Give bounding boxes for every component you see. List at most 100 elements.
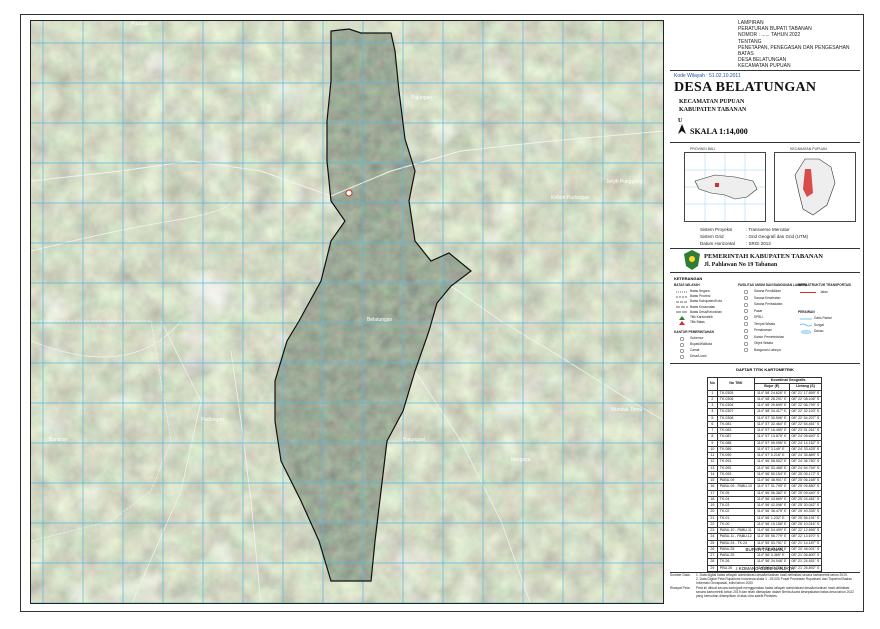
table-cell: 114° 57' 32.464" E <box>754 420 790 429</box>
road-legend-icon <box>800 292 816 293</box>
table-cell: 08° 25' 09.880" S <box>788 483 823 491</box>
table-cell: 114° 58' 28.291" E <box>754 395 790 404</box>
table-cell: 114° 55' 53.751" E <box>754 539 790 547</box>
divider <box>670 142 860 143</box>
table-row: 12 TK.091 114° 56' 58.502" E 08° 24' 36.780… <box>707 458 823 466</box>
table-cell: 114° 58' 34.417" E <box>754 408 790 416</box>
legend-item-label: Batas Desa/Kelurahan <box>690 309 722 314</box>
legend-item-label: Sarana Peribadatan <box>754 302 783 306</box>
legend-item-label: Sarana Kesehatan <box>754 295 781 300</box>
table-cell: 114° 57' 01.795" E <box>754 483 790 491</box>
legend-item-label: Kantor Pemerintahan <box>754 334 785 339</box>
table-cell: 114° 57' 16.455" E <box>754 426 790 435</box>
table-cell: 08° 22' 06.799" S <box>788 401 823 410</box>
projection-row: Sistem Grid : Grid Geografi dan Grid (UT… <box>700 234 808 239</box>
note-text: Peta ini dibuat secara kartografi menggu… <box>696 585 854 599</box>
table-row: 10 TK.089 114° 57' 3.149" E 08° 24' 33.425"… <box>707 445 823 454</box>
district-inset-map[interactable] <box>774 152 856 222</box>
table-cell: 08° 24' 14.152" S <box>788 439 823 447</box>
header-block: LAMPIRAN PERATURAN BUPATI TABANAN NOMOR … <box>738 20 860 70</box>
divider <box>670 70 860 71</box>
satellite-map[interactable]: Belatungan Pujungan Pupuan Kebon Padanga… <box>31 21 664 604</box>
divider <box>670 272 860 273</box>
table-cell: 114° 57' 30.596" E <box>754 414 790 422</box>
legend-item-label: Bangunan Lainnya <box>754 347 781 352</box>
legend-symbol-icon <box>676 306 688 308</box>
legend-item-label: Titik Batas <box>690 320 705 325</box>
divider <box>670 363 860 364</box>
table-cell: 08° 21' 17.659" S <box>788 389 823 397</box>
district-name: KECAMATAN PUPUAN <box>679 99 745 105</box>
legend-section-title: BATAS WILAYAH <box>674 283 700 287</box>
place-label: Batungsel <box>403 437 425 443</box>
table-cell: 114° 56' 58.502" E <box>754 458 790 466</box>
district-map-icon <box>775 153 855 221</box>
province-inset-map[interactable] <box>684 152 766 222</box>
projection-row: Sistem Proyeksi : Transverse Mercator <box>700 227 790 232</box>
legend-symbol-icon <box>676 291 688 292</box>
table-cell: 08° 24' 33.425" S <box>788 445 823 454</box>
table-cell: 114° 55' 55.779" E <box>754 533 790 541</box>
place-label: Jelijih Punggang <box>606 179 643 185</box>
table-cell: 08° 24' 05.640" S <box>788 433 823 441</box>
table-row: 27 PABU.25 114° 56' 3.365" E 08° 21' 06.800… <box>707 551 823 560</box>
table-cell: 08° 25' 30.042" S <box>788 501 823 510</box>
legend-symbol-icon <box>800 318 812 319</box>
table-cell: 114° 56' 56.382" E <box>754 489 790 497</box>
place-label: Pujungan <box>411 95 432 101</box>
table-row: 4 TK.0307 114° 58' 34.417" E 08° 22' 32.103… <box>707 408 823 416</box>
table-row: 11 TK.090 114° 57' 0.216" E 08° 24' 35.889"… <box>707 451 823 460</box>
legend-item-label: Batas Provinsi <box>690 294 711 299</box>
table-cell: 114° 57' 0.216" E <box>754 451 790 460</box>
projection-label: Datum Horizontal <box>700 241 735 246</box>
legend-symbol-icon <box>743 328 749 333</box>
village-office-icon[interactable] <box>345 189 353 197</box>
table-cell: 114° 56' 34.046" E <box>754 558 790 566</box>
legend-symbol-icon <box>800 329 812 334</box>
projection-value: : Transverse Mercator <box>746 227 790 232</box>
legend-symbol-icon <box>676 296 688 298</box>
projection-label: Sistem Proyeksi <box>700 227 733 232</box>
table-row: 17 TK.05 114° 56' 56.382" E 08° 25' 09.440"… <box>707 489 823 497</box>
coordinate-table: No No TBK Koordinat Geografis Bujur (E) … <box>707 376 823 572</box>
table-cell: 114° 56' 53.488" E <box>754 464 790 472</box>
table-row: 1 TK.0305 114° 58' 24.626" E 08° 21' 17.659… <box>707 389 823 397</box>
place-label: Belatungan <box>367 317 393 323</box>
note-row: 2. Data Digital Peta Rupabumi Indonesia … <box>670 577 860 585</box>
legend-item-label: Sungai <box>814 322 824 327</box>
legend-item-label: Gubernur <box>690 336 704 340</box>
table-row: 28 TK.26 114° 56' 34.046" E 08° 21' 24.451"… <box>707 558 823 566</box>
inset-left-title: PROVINSI BALI <box>690 147 716 151</box>
table-row: 16 PABU.09 - PABU.10 114° 57' 01.795" E 08°… <box>707 483 823 491</box>
legend-symbol-icon <box>743 322 749 326</box>
legend-symbol-icon <box>743 289 749 294</box>
header-line: KECAMATAN PUPUAN <box>738 63 791 70</box>
table-cell: 114° 56' 50.154" E <box>754 470 790 479</box>
legend-title: KETERANGAN <box>674 276 703 281</box>
table-row: 13 TK.092 114° 56' 53.488" E 08° 24' 54.754… <box>707 464 823 472</box>
province-map-icon <box>685 153 765 221</box>
table-cell: 08° 24' 54.754" S <box>788 464 823 472</box>
projection-value: : SRGI 2013 <box>746 241 771 246</box>
table-row: 3 TK.0304 114° 58' 29.699" E 08° 22' 06.799… <box>707 401 823 410</box>
place-label: Padangan <box>201 417 224 423</box>
table-cell: 08° 21' 24.451" S <box>788 558 823 566</box>
north-arrow: U <box>678 118 686 136</box>
table-cell: 114° 56' 10.158" E <box>754 520 790 529</box>
legend-symbol-icon <box>676 311 688 313</box>
table-row: 24 PABU.11 - PABU.12 114° 55' 55.779" E 08°… <box>707 533 823 541</box>
table-row: 21 TK.01 114° 56' 1.232" E 08° 25' 56.191" … <box>707 514 823 522</box>
legend-section-title: KANTOR PEMERINTAHAN <box>674 330 714 334</box>
table-row: 14 TK.093 114° 56' 50.154" E 08° 25' 05.172… <box>707 470 823 479</box>
place-label: Kebon Padangan <box>551 195 590 201</box>
table-cell: 114° 56' 3.365" E <box>754 551 790 560</box>
table-cell: 08° 25' 56.191" S <box>788 514 823 522</box>
legend-symbol-icon <box>743 335 749 339</box>
note-row: Riwayat Peta : Peta ini dibuat secara kar… <box>670 586 860 599</box>
legend-symbol-icon <box>676 301 688 303</box>
table-cell: 114° 58' 24.626" E <box>754 389 790 397</box>
map-view[interactable]: Belatungan Pujungan Pupuan Kebon Padanga… <box>30 20 664 604</box>
table-cell: 114° 56' 36.475" E <box>754 508 790 516</box>
table-cell: 08° 22' 32.103" S <box>788 408 823 416</box>
table-cell: 08° 22' 54.451" S <box>788 420 823 429</box>
